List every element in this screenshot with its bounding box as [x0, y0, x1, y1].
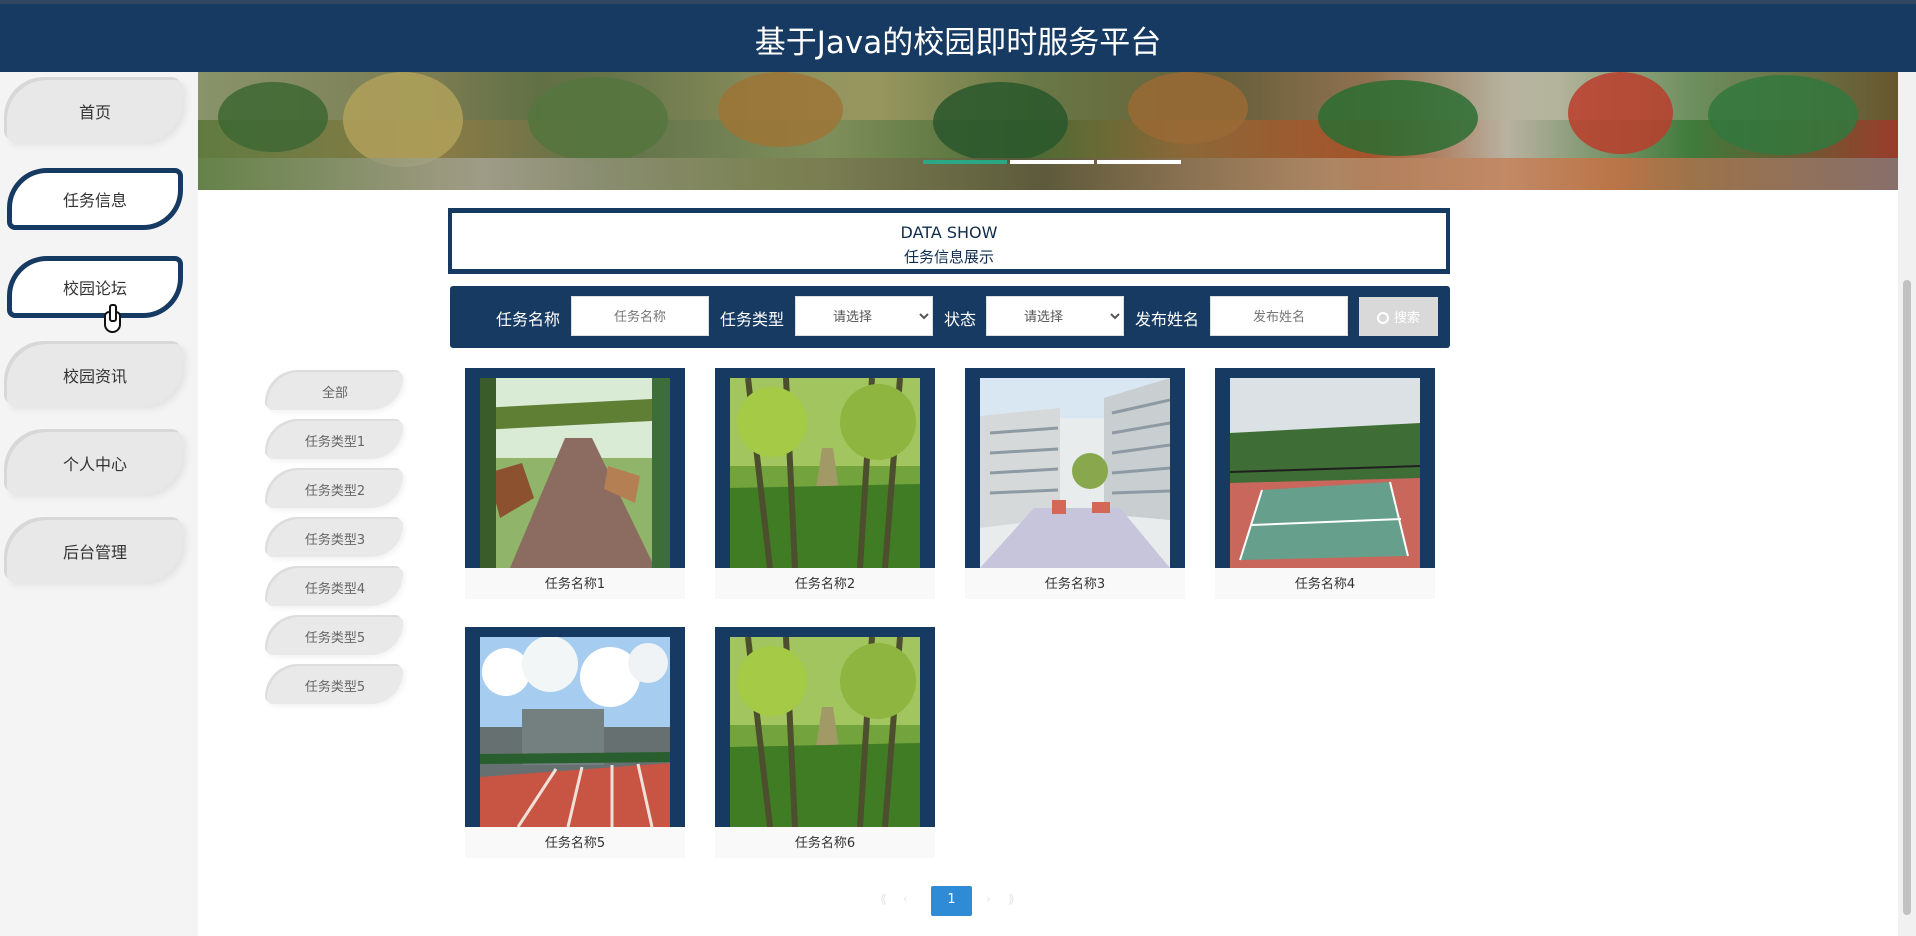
banner-tree: [218, 82, 328, 152]
category-label: 任务类型4: [304, 581, 366, 597]
banner-tree: [1318, 80, 1478, 156]
banner-tree: [718, 72, 843, 147]
left-navigation: 首页 任务信息 校园论坛 校园资讯 个人中心 后台管理: [0, 72, 198, 936]
nav-admin-label: 后台管理: [62, 543, 127, 562]
publisher-name-input[interactable]: [1210, 296, 1348, 336]
banner-tree: [1568, 72, 1673, 154]
page-last-control[interactable]: ⟫: [1008, 892, 1015, 906]
page-next-control[interactable]: ›: [986, 892, 991, 906]
publisher-name-label: 发布姓名: [1135, 310, 1200, 329]
nav-task-info[interactable]: 任务信息: [7, 168, 183, 230]
current-page-button[interactable]: 1: [931, 886, 972, 916]
task-card[interactable]: 任务名称1: [465, 368, 685, 599]
nav-campus-forum[interactable]: 校园论坛: [7, 256, 183, 318]
nav-admin[interactable]: 后台管理: [7, 520, 183, 582]
tree-lined-path-image[interactable]: [730, 378, 920, 568]
banner-tree: [933, 82, 1068, 162]
task-card-title: 任务名称1: [465, 569, 685, 599]
task-card[interactable]: 任务名称3: [965, 368, 1185, 599]
category-task-type-5-duplicate[interactable]: 任务类型5: [267, 666, 403, 704]
search-icon: [1376, 312, 1389, 324]
sports-court-image-icon: [1230, 378, 1420, 568]
banner-indicator[interactable]: [1097, 160, 1181, 164]
banner-tree: [343, 72, 463, 167]
task-card-title: 任务名称6: [715, 828, 935, 858]
data-show-heading: DATA SHOW 任务信息展示: [448, 208, 1450, 274]
category-label: 任务类型1: [304, 434, 366, 450]
category-label: 任务类型3: [304, 532, 366, 548]
search-bar: 任务名称 任务类型 请选择 状态 请选择 发布姓名 搜索: [450, 286, 1450, 348]
banner-tree: [1708, 75, 1858, 155]
running-track-image[interactable]: [480, 637, 670, 827]
nav-personal-center[interactable]: 个人中心: [7, 432, 183, 494]
nav-home-label: 首页: [78, 103, 111, 122]
status-select[interactable]: 请选择: [986, 296, 1124, 336]
site-title: 基于Java的校园即时服务平台: [754, 25, 1162, 61]
task-card-title: 任务名称3: [965, 569, 1185, 599]
task-card-title: 任务名称5: [465, 828, 685, 858]
campus-walkway-image[interactable]: [480, 378, 670, 568]
task-name-input[interactable]: [571, 296, 709, 336]
task-card[interactable]: 任务名称2: [715, 368, 935, 599]
banner-tree: [528, 77, 668, 162]
banner-indicator-active[interactable]: [923, 160, 1007, 164]
category-task-type-3[interactable]: 任务类型3: [267, 519, 403, 557]
search-button[interactable]: 搜索: [1359, 297, 1438, 336]
task-card[interactable]: 任务名称5: [465, 627, 685, 858]
category-task-type-1[interactable]: 任务类型1: [267, 421, 403, 459]
nav-campus-news[interactable]: 校园资讯: [7, 344, 183, 406]
page-prev-control[interactable]: ‹: [903, 892, 908, 906]
task-name-label: 任务名称: [496, 310, 561, 329]
hand-cursor-icon: [104, 304, 121, 333]
task-card-title: 任务名称4: [1215, 569, 1435, 599]
category-label: 任务类型2: [304, 483, 366, 499]
nav-home[interactable]: 首页: [7, 80, 183, 142]
running-track-image-icon: [480, 637, 670, 827]
campus-building-image-icon: [980, 378, 1170, 568]
tree-lined-path-image-icon: [730, 378, 920, 568]
category-task-type-2[interactable]: 任务类型2: [267, 470, 403, 508]
sports-court-image[interactable]: [1230, 378, 1420, 568]
search-button-label: 搜索: [1393, 310, 1420, 325]
category-all[interactable]: 全部: [267, 372, 403, 410]
tree-lined-path-image[interactable]: [730, 637, 920, 827]
tree-lined-path-image-icon: [730, 637, 920, 827]
task-type-select[interactable]: 请选择: [795, 296, 933, 336]
status-label: 状态: [944, 310, 977, 329]
task-card[interactable]: 任务名称6: [715, 627, 935, 858]
category-label: 全部: [321, 385, 348, 401]
nav-campus-news-label: 校园资讯: [62, 367, 127, 386]
page-first-control[interactable]: ⟪: [880, 892, 887, 906]
category-task-type-5[interactable]: 任务类型5: [267, 617, 403, 655]
nav-campus-forum-label: 校园论坛: [62, 279, 127, 298]
nav-personal-center-label: 个人中心: [62, 455, 127, 474]
vertical-scrollbar-thumb[interactable]: [1903, 280, 1911, 915]
campus-building-image[interactable]: [980, 378, 1170, 568]
task-card[interactable]: 任务名称4: [1215, 368, 1435, 599]
banner-indicator[interactable]: [1010, 160, 1094, 164]
task-info-show-title: 任务信息展示: [903, 248, 994, 266]
data-show-title: DATA SHOW: [900, 223, 998, 242]
site-header: 基于Java的校园即时服务平台: [0, 0, 1916, 72]
nav-task-info-label: 任务信息: [62, 191, 127, 210]
campus-walkway-image-icon: [480, 378, 670, 568]
category-label: 任务类型5: [304, 679, 366, 695]
category-filter-list: 全部 任务类型1 任务类型2 任务类型3 任务类型4 任务类型5 任务类型5: [266, 372, 404, 767]
banner-tree: [1128, 72, 1248, 144]
task-card-title: 任务名称2: [715, 569, 935, 599]
task-type-label: 任务类型: [720, 310, 785, 329]
category-task-type-4[interactable]: 任务类型4: [267, 568, 403, 606]
campus-banner-image[interactable]: [198, 72, 1898, 190]
category-label: 任务类型5: [304, 630, 366, 646]
